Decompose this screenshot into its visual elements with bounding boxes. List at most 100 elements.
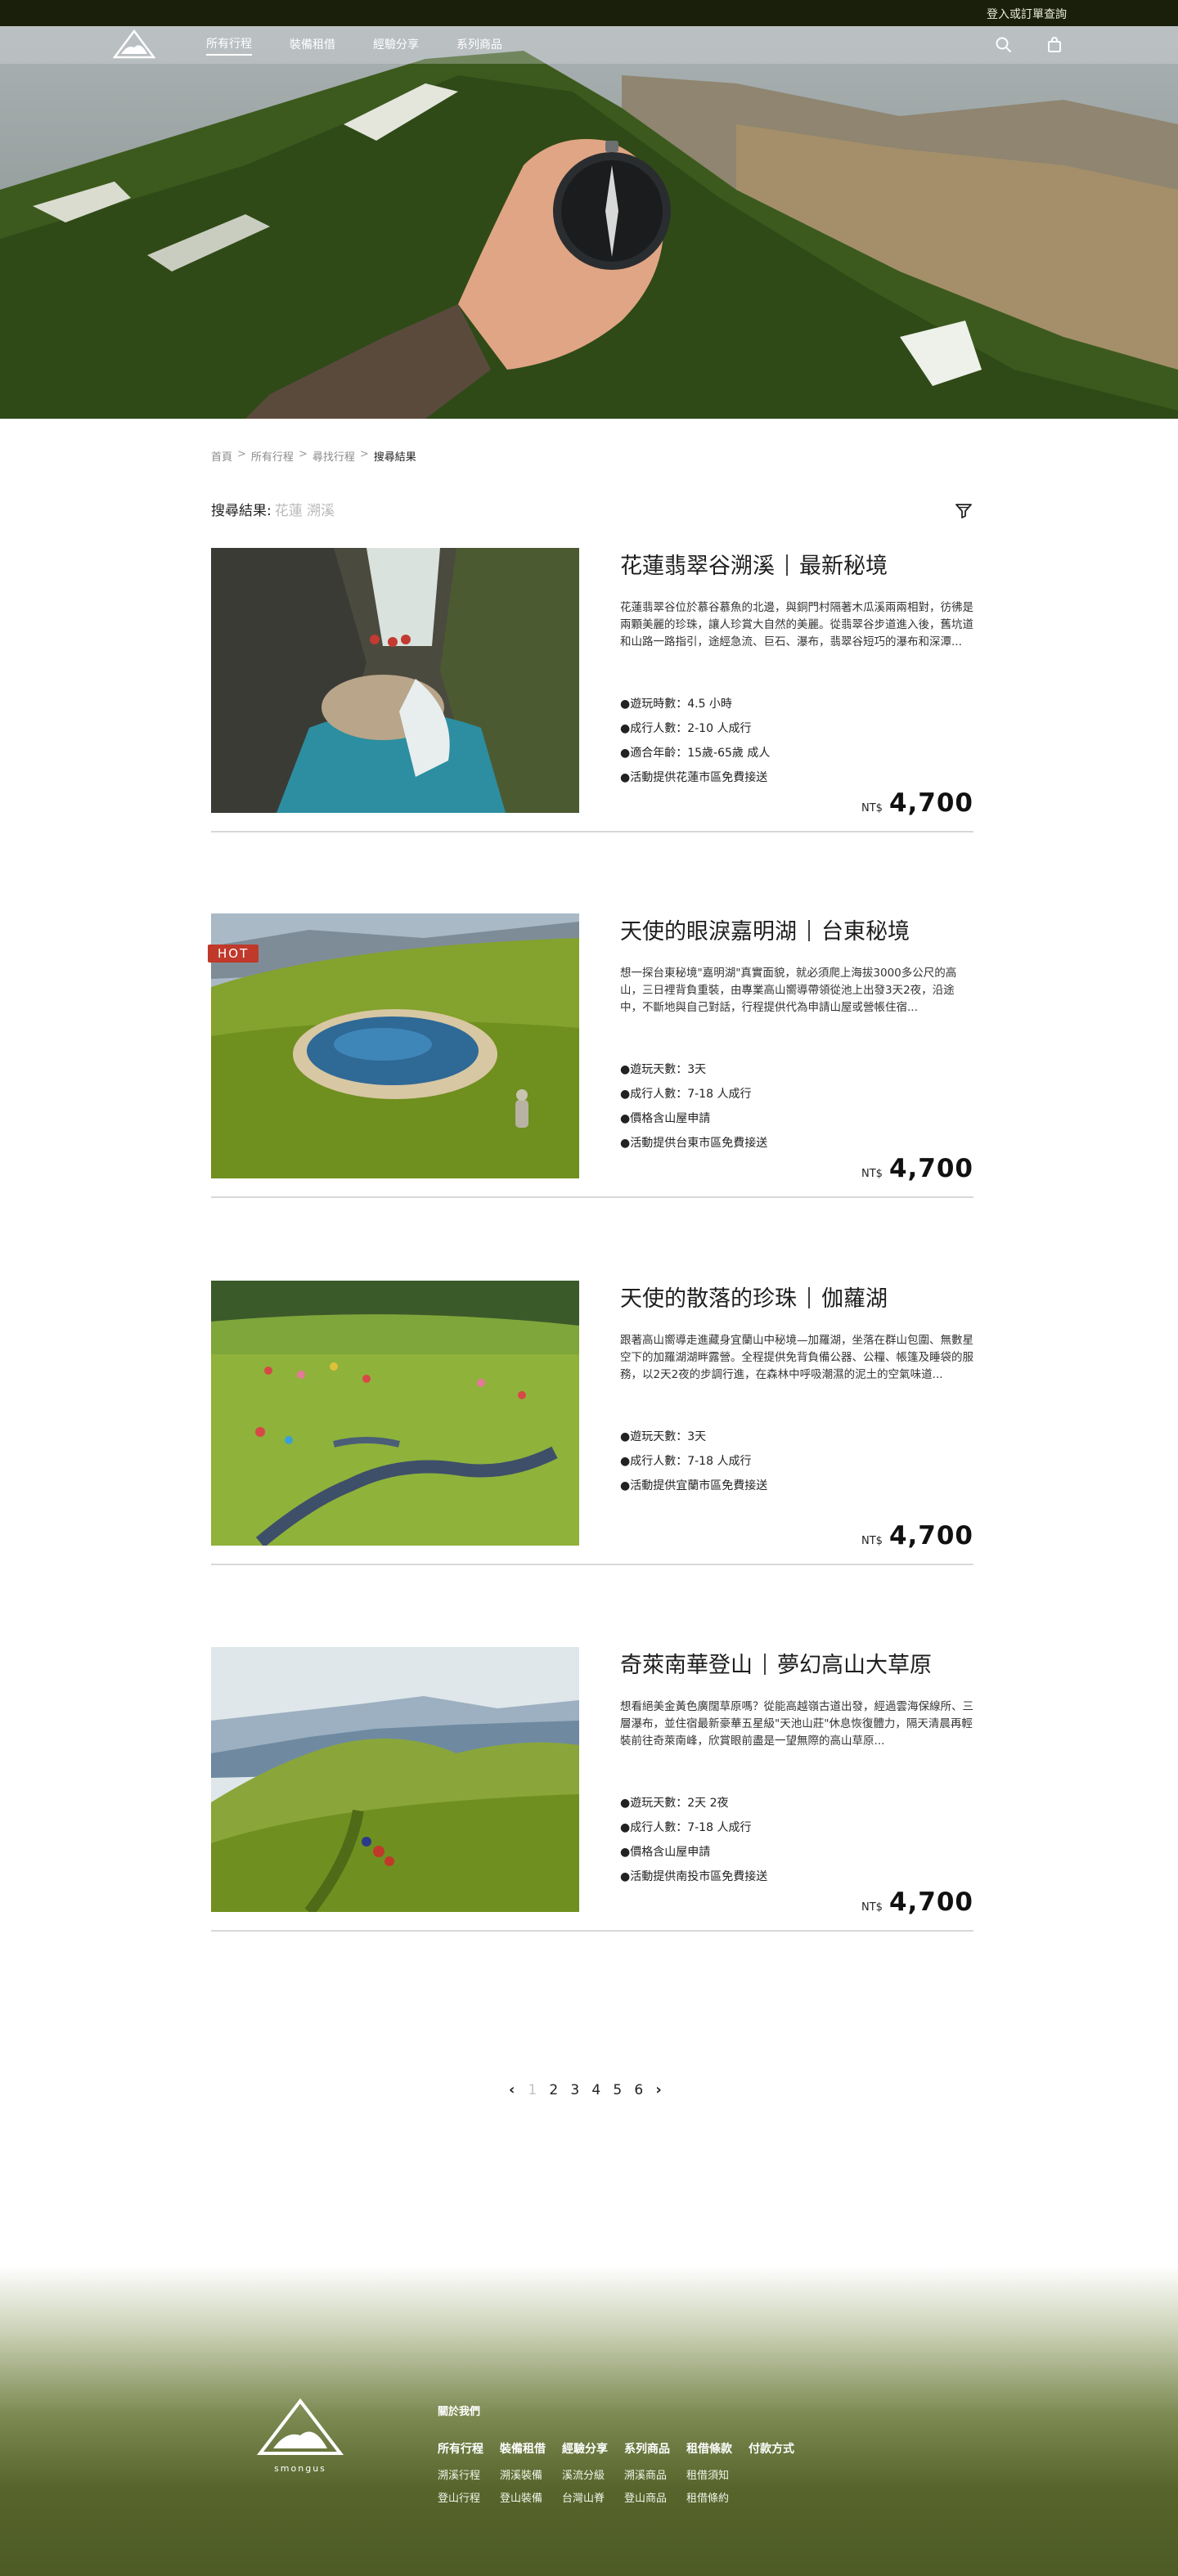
search-result-label: 搜尋結果: (211, 503, 272, 519)
product-title[interactable]: 天使的散落的珍珠 伽蘿湖 (620, 1281, 973, 1313)
product-card[interactable]: 天使的散落的珍珠 伽蘿湖 跟著高山嚮導走進藏身宜蘭山中秘境—加羅湖，坐落在群山包圍… (211, 1281, 973, 1565)
footer-link[interactable]: 租借條約 (686, 2489, 732, 2505)
product-price: NT$ 4,700 (861, 1887, 973, 1917)
hero-image (0, 26, 1178, 419)
page-number[interactable]: 4 (591, 2082, 600, 2098)
product-title[interactable]: 天使的眼淚嘉明湖 台東秘境 (620, 913, 973, 945)
page-number[interactable]: 3 (570, 2082, 579, 2098)
product-subtitle: 最新秘境 (799, 554, 888, 579)
footer-link[interactable]: 登山行程 (438, 2489, 483, 2505)
feature-item: ●遊玩天數：2天 2夜 (620, 1797, 729, 1810)
filter-icon[interactable] (954, 500, 973, 520)
page-number[interactable]: 6 (634, 2082, 643, 2098)
product-card[interactable]: HOT 天使的眼淚嘉明湖 台東秘境 想一探台東秘境"嘉明湖"真實面貌，就必須爬上海… (208, 913, 973, 1198)
footer-column-head[interactable]: 裝備租借 (500, 2440, 546, 2457)
breadcrumb-find-tour[interactable]: 尋找行程 (312, 448, 355, 464)
page-number[interactable]: 5 (613, 2082, 622, 2098)
footer-about-link[interactable]: 關於我們 (438, 2403, 480, 2418)
search-icon[interactable] (995, 36, 1013, 54)
footer-link[interactable]: 溯溪裝備 (500, 2466, 546, 2482)
breadcrumb: 首頁 > 所有行程 > 尋找行程 > 搜尋結果 (211, 448, 416, 464)
footer-link[interactable]: 登山裝備 (500, 2489, 546, 2505)
page-number[interactable]: 2 (549, 2082, 558, 2098)
feature-item: ●活動提供台東市區免費接送 (620, 1137, 768, 1150)
footer-column-head[interactable]: 所有行程 (438, 2440, 483, 2457)
product-image-jialuo-lake[interactable] (211, 1281, 579, 1546)
footer-link[interactable]: 租借須知 (686, 2466, 732, 2482)
shopping-bag-icon[interactable] (1045, 36, 1063, 54)
feature-item: ●活動提供宜蘭市區免費接送 (620, 1479, 768, 1492)
title-divider (786, 554, 788, 576)
feature-item: ●價格含山屋申請 (620, 1112, 711, 1125)
footer-brand-logo[interactable]: smongus (255, 2396, 345, 2478)
product-subtitle: 伽蘿湖 (821, 1286, 888, 1312)
nav-item-products[interactable]: 系列商品 (456, 36, 502, 55)
footer: smongus 關於我們 所有行程 溯溪行程 登山行程 裝備租借 溯溪裝備 登山… (0, 2265, 1178, 2576)
chevron-left-icon[interactable]: ‹ (509, 2081, 515, 2098)
footer-column-head[interactable]: 付款方式 (749, 2440, 794, 2457)
footer-column-head[interactable]: 租借條款 (686, 2440, 732, 2457)
price-amount: 4,700 (888, 1887, 973, 1917)
page-number[interactable]: 1 (528, 2082, 537, 2098)
hot-badge: HOT (208, 945, 259, 963)
product-card[interactable]: 花蓮翡翠谷溯溪 最新秘境 花蓮翡翠谷位於慕谷慕魚的北邊，與銅門村隔著木瓜溪兩兩相對… (211, 548, 973, 832)
product-info: 奇萊南華登山 夢幻高山大草原 想看絕美金黃色廣闊草原嗎？從能高越嶺古道出發，經過雲… (620, 1647, 973, 1917)
price-currency: NT$ (861, 1901, 883, 1914)
title-divider (764, 1654, 766, 1675)
breadcrumb-all-tours[interactable]: 所有行程 (251, 448, 294, 464)
feature-item: ●成行人數：2-10 人成行 (620, 722, 752, 735)
top-utility-bar: 登入或訂單查詢 (0, 0, 1178, 26)
price-amount: 4,700 (888, 1154, 973, 1183)
nav-item-all-tours[interactable]: 所有行程 (206, 35, 252, 56)
product-info: 天使的散落的珍珠 伽蘿湖 跟著高山嚮導走進藏身宜蘭山中秘境—加羅湖，坐落在群山包圍… (620, 1281, 973, 1551)
product-price: NT$ 4,700 (861, 1154, 973, 1183)
price-amount: 4,700 (888, 788, 973, 818)
footer-link[interactable]: 登山商品 (624, 2489, 670, 2505)
search-result-header: 搜尋結果: 花蓮 溯溪 (211, 499, 335, 519)
login-order-link[interactable]: 登入或訂單查詢 (987, 6, 1067, 22)
feature-item: ●活動提供南投市區免費接送 (620, 1870, 768, 1883)
brand-logo[interactable] (112, 29, 156, 61)
product-image-emerald-valley[interactable] (211, 548, 579, 813)
product-info: 天使的眼淚嘉明湖 台東秘境 想一探台東秘境"嘉明湖"真實面貌，就必須爬上海拔300… (620, 913, 973, 1183)
footer-link[interactable]: 溯溪商品 (624, 2466, 670, 2482)
feature-item: ●遊玩天數：3天 (620, 1430, 707, 1443)
footer-link[interactable]: 溯溪行程 (438, 2466, 483, 2482)
footer-column: 系列商品 溯溪商品 登山商品 (624, 2440, 670, 2505)
feature-item: ●遊玩天數：3天 (620, 1063, 707, 1076)
search-keywords: 花蓮 溯溪 (274, 503, 335, 519)
product-features: ●遊玩天數：3天 ●成行人數：7-18 人成行 ●價格含山屋申請 ●活動提供台東… (620, 1057, 767, 1156)
breadcrumb-separator: > (298, 448, 308, 460)
nav-item-gear-rental[interactable]: 裝備租借 (290, 36, 335, 55)
feature-item: ●成行人數：7-18 人成行 (620, 1455, 752, 1468)
title-divider (808, 1287, 810, 1308)
product-info: 花蓮翡翠谷溯溪 最新秘境 花蓮翡翠谷位於慕谷慕魚的北邊，與銅門村隔著木瓜溪兩兩相對… (620, 548, 973, 818)
footer-brand-name: smongus (274, 2463, 326, 2474)
product-card[interactable]: 奇萊南華登山 夢幻高山大草原 想看絕美金黃色廣闊草原嗎？從能高越嶺古道出發，經過雲… (211, 1647, 973, 1932)
footer-column-head[interactable]: 系列商品 (624, 2440, 670, 2457)
product-subtitle: 台東秘境 (821, 919, 910, 945)
nav-item-experience[interactable]: 經驗分享 (373, 36, 419, 55)
price-amount: 4,700 (888, 1521, 973, 1551)
product-title[interactable]: 花蓮翡翠谷溯溪 最新秘境 (620, 548, 973, 580)
feature-item: ●成行人數：7-18 人成行 (620, 1821, 752, 1834)
product-features: ●遊玩時數：4.5 小時 ●成行人數：2-10 人成行 ●適合年齡：15歲-65… (620, 692, 770, 790)
feature-item: ●價格含山屋申請 (620, 1846, 711, 1859)
pagination: ‹ 1 2 3 4 5 6 › (509, 2081, 662, 2098)
breadcrumb-home[interactable]: 首頁 (211, 448, 232, 464)
footer-link[interactable]: 台灣山脊 (562, 2489, 608, 2505)
product-image-jiaming-lake[interactable] (211, 913, 579, 1178)
footer-column-head[interactable]: 經驗分享 (562, 2440, 608, 2457)
product-name: 花蓮翡翠谷溯溪 (620, 554, 775, 579)
feature-item: ●適合年齡：15歲-65歲 成人 (620, 747, 771, 760)
product-image-qilai-south[interactable] (211, 1647, 579, 1912)
footer-link[interactable]: 溪流分級 (562, 2466, 608, 2482)
product-description: 想一探台東秘境"嘉明湖"真實面貌，就必須爬上海拔3000多公尺的高山，三日裡背負… (620, 967, 957, 1014)
price-currency: NT$ (861, 802, 883, 815)
product-name: 奇萊南華登山 (620, 1653, 753, 1678)
breadcrumb-separator: > (359, 448, 369, 460)
product-title[interactable]: 奇萊南華登山 夢幻高山大草原 (620, 1647, 973, 1679)
price-currency: NT$ (861, 1168, 883, 1180)
chevron-right-icon[interactable]: › (655, 2081, 661, 2098)
feature-item: ●活動提供花蓮市區免費接送 (620, 771, 768, 784)
